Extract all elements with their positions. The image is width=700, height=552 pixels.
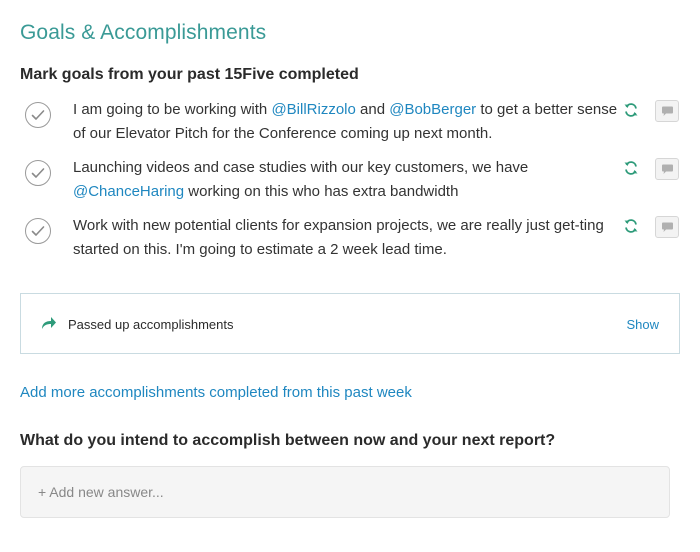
- goal-text: I am going to be working with @BillRizzo…: [73, 98, 618, 146]
- goal-text-segment: Launching videos and case studies with o…: [73, 159, 529, 176]
- add-new-answer-input[interactable]: + Add new answer...: [20, 466, 670, 518]
- repeat-icon[interactable]: [623, 160, 639, 176]
- check-circle-icon[interactable]: [25, 102, 51, 128]
- goal-text: Work with new potential clients for expa…: [73, 214, 618, 262]
- goal-text-segment: working on this who has extra bandwidth: [184, 183, 459, 200]
- check-circle-icon[interactable]: [25, 218, 51, 244]
- passed-up-label: Passed up accomplishments: [68, 317, 234, 332]
- mention-link[interactable]: @BillRizzolo: [271, 101, 355, 118]
- add-more-accomplishments-link[interactable]: Add more accomplishments completed from …: [20, 384, 412, 401]
- goal-text-segment: Work with new potential clients for expa…: [73, 217, 604, 258]
- mark-goals-heading: Mark goals from your past 15Five complet…: [20, 66, 359, 83]
- mention-link[interactable]: @ChanceHaring: [73, 183, 184, 200]
- goal-text-segment: and: [355, 101, 390, 118]
- repeat-icon[interactable]: [623, 218, 639, 234]
- goal-item: Launching videos and case studies with o…: [20, 156, 690, 206]
- comment-icon[interactable]: [655, 158, 679, 180]
- passed-up-accomplishments-panel: Passed up accomplishments Show: [20, 293, 680, 354]
- goal-item: Work with new potential clients for expa…: [20, 214, 690, 264]
- goal-item: I am going to be working with @BillRizzo…: [20, 98, 690, 148]
- share-arrow-icon: [41, 316, 57, 335]
- answer-placeholder: + Add new answer...: [38, 484, 164, 500]
- goal-text-segment: I am going to be working with: [73, 101, 272, 118]
- comment-icon[interactable]: [655, 100, 679, 122]
- comment-icon[interactable]: [655, 216, 679, 238]
- show-passed-up-link[interactable]: Show: [626, 317, 659, 332]
- repeat-icon[interactable]: [623, 102, 639, 118]
- goal-text: Launching videos and case studies with o…: [73, 156, 618, 204]
- goals-accomplishments-panel: Goals & Accomplishments Mark goals from …: [0, 0, 700, 552]
- mention-link[interactable]: @BobBerger: [389, 101, 476, 118]
- intend-question: What do you intend to accomplish between…: [20, 432, 556, 449]
- check-circle-icon[interactable]: [25, 160, 51, 186]
- section-title: Goals & Accomplishments: [20, 21, 267, 44]
